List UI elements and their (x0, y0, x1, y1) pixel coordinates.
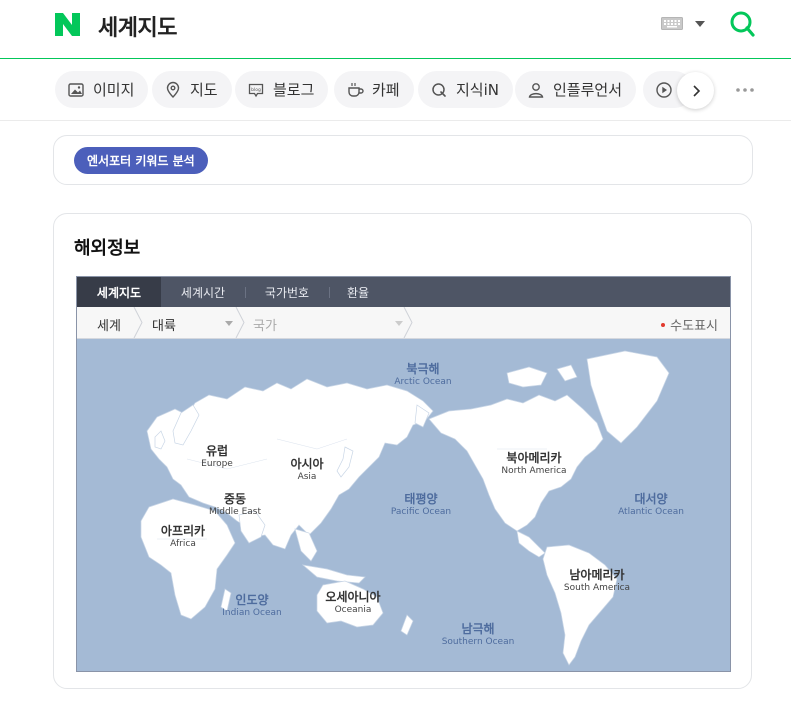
cafe-cup-icon (348, 82, 364, 97)
map-tab-bar: 세계지도 세계시간 국가번호 환율 (77, 277, 730, 307)
continent-label-south-america[interactable]: 남아메리카 South America (563, 568, 631, 593)
ocean-label-atlantic[interactable]: 대서양 Atlantic Ocean (618, 492, 684, 517)
capital-toggle[interactable]: 수도표시 (661, 315, 718, 334)
continent-label-ko: 오세아니아 (325, 590, 381, 604)
continent-label-ko: 아시아 (290, 457, 324, 471)
continent-label-asia[interactable]: 아시아 Asia (290, 457, 324, 482)
breadcrumb-continent-select[interactable]: 대륙 (152, 315, 176, 334)
map-tab-exchange-rate[interactable]: 환율 (329, 277, 387, 307)
continent-label-ko: 아프리카 (160, 524, 206, 538)
tab-label: 블로그 (273, 81, 315, 99)
breadcrumb-divider (235, 307, 245, 338)
central-america (516, 530, 546, 558)
continent-label-en: Oceania (334, 604, 372, 615)
breadcrumb-divider (403, 307, 413, 338)
card-title: 해외정보 (74, 238, 141, 259)
ocean-label-ko: 인도양 (235, 593, 269, 607)
keyboard-dropdown-caret-icon[interactable] (694, 20, 706, 28)
ocean-label-ko: 남극해 (461, 622, 495, 636)
search-icon[interactable] (729, 10, 755, 38)
country-dropdown-caret-icon[interactable] (395, 321, 403, 326)
tab-blog[interactable]: blog 블로그 (235, 71, 329, 108)
ocean-label-en: Indian Ocean (222, 607, 282, 618)
image-icon (68, 82, 84, 97)
tab-scroll-next-button[interactable] (677, 72, 714, 109)
continent-label-middle-east[interactable]: 중동 Middle East (208, 492, 262, 517)
breadcrumb-divider (133, 307, 143, 338)
tab-label: 지도 (190, 81, 218, 99)
blog-icon: blog (248, 83, 264, 97)
map-breadcrumb: 세계 대륙 국가 수도표시 (77, 307, 730, 339)
continent-label-en: Asia (297, 471, 317, 482)
tab-influencer[interactable]: 인플루언서 (515, 71, 637, 108)
tab-map[interactable]: 지도 (152, 71, 232, 108)
person-icon (528, 82, 544, 98)
continent-label-ko: 유럽 (205, 444, 229, 458)
continent-label-en: Middle East (208, 506, 262, 517)
map-tab-world-map[interactable]: 세계지도 (77, 277, 161, 307)
keyword-card: 엔서포터 키워드 분석 (53, 135, 753, 185)
continent-label-africa[interactable]: 아프리카 Africa (160, 524, 206, 549)
arctic-archipelago (506, 366, 548, 388)
continent-label-en: Africa (170, 538, 196, 549)
capital-dot-icon (661, 322, 666, 327)
continent-label-north-america[interactable]: 북아메리카 North America (501, 451, 567, 476)
ocean-label-en: Pacific Ocean (390, 506, 452, 517)
page-title: 세계지도 (98, 16, 177, 41)
naver-logo[interactable] (55, 13, 80, 36)
play-icon (656, 81, 672, 98)
ocean-label-en: Atlantic Ocean (618, 506, 684, 517)
continent-label-ko: 중동 (223, 492, 247, 506)
ocean-label-en: Southern Ocean (441, 636, 515, 647)
ocean-label-en: Arctic Ocean (394, 376, 452, 387)
indonesia (301, 564, 366, 584)
world-map-widget: 세계지도 세계시간 국가번호 환율 세계 대륙 국가 수도표시 북극해 Arct… (76, 276, 731, 672)
ocean-label-southern[interactable]: 남극해 Southern Ocean (441, 622, 515, 647)
continent-label-en: Europe (201, 458, 233, 469)
tab-images[interactable]: 이미지 (55, 71, 149, 108)
tab-knowledge-in[interactable]: 지식iN (418, 71, 513, 108)
breadcrumb-world[interactable]: 세계 (97, 315, 121, 334)
search-tab-bar: 이미지 지도 blog 블로그 카페 지식iN 인플루언서 (0, 60, 791, 121)
continent-label-oceania[interactable]: 오세아니아 Oceania (325, 590, 381, 615)
overseas-info-card: 해외정보 세계지도 세계시간 국가번호 환율 세계 대륙 국가 수도표시 북극해… (53, 213, 752, 689)
chevron-right-icon (692, 84, 700, 97)
ocean-label-ko: 대서양 (634, 492, 668, 506)
keyword-analysis-chip[interactable]: 엔서포터 키워드 분석 (74, 147, 208, 174)
tab-label: 이미지 (93, 81, 135, 99)
header: 세계지도 (0, 0, 791, 59)
more-options-icon[interactable] (735, 87, 755, 93)
ocean-label-ko: 태평양 (404, 492, 438, 506)
indochina (294, 528, 318, 562)
map-pin-icon (166, 81, 180, 98)
ocean-label-indian[interactable]: 인도양 Indian Ocean (222, 593, 282, 618)
continent-dropdown-caret-icon[interactable] (225, 321, 233, 326)
tab-label: 인플루언서 (553, 81, 623, 99)
capital-label: 수도표시 (670, 319, 718, 334)
continent-label-ko: 북아메리카 (506, 451, 562, 465)
continent-label-ko: 남아메리카 (569, 568, 625, 582)
keyboard-icon[interactable] (661, 17, 683, 30)
continent-label-europe[interactable]: 유럽 Europe (201, 444, 233, 469)
ocean-label-arctic[interactable]: 북극해 Arctic Ocean (394, 362, 452, 387)
tab-label: 지식iN (456, 81, 499, 99)
tab-cafe[interactable]: 카페 (334, 71, 414, 108)
knowledge-q-icon (432, 82, 446, 97)
tab-label: 카페 (372, 81, 400, 99)
map-tab-world-time[interactable]: 세계시간 (161, 277, 245, 307)
south-america-landmass (542, 544, 618, 666)
world-map[interactable]: 북극해 Arctic Ocean 태평양 Pacific Ocean 대서양 A… (77, 339, 730, 671)
ocean-label-pacific[interactable]: 태평양 Pacific Ocean (390, 492, 452, 517)
svg-text:blog: blog (251, 87, 261, 93)
arctic-island-small (556, 364, 578, 382)
continent-label-en: South America (563, 582, 631, 593)
ocean-label-ko: 북극해 (406, 362, 440, 376)
breadcrumb-country-select[interactable]: 국가 (253, 315, 277, 334)
map-tab-country-code[interactable]: 국가번호 (245, 277, 329, 307)
continent-label-en: North America (501, 465, 567, 476)
new-zealand (400, 614, 414, 636)
